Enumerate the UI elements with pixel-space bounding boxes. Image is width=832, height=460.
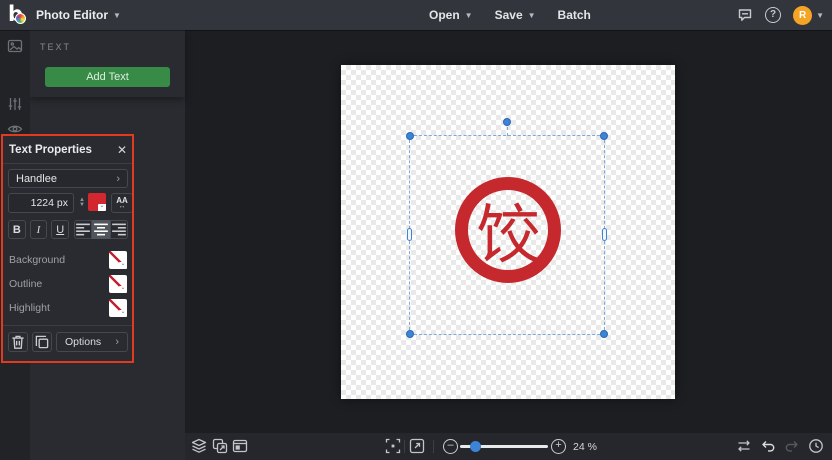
zoom-out-button[interactable]: –	[443, 439, 458, 454]
text-section-label: TEXT	[40, 42, 71, 52]
swap-image-icon[interactable]	[212, 438, 228, 454]
divider	[404, 440, 405, 453]
font-family-select[interactable]: Handlee ›	[8, 169, 128, 188]
align-left-button[interactable]	[74, 220, 92, 239]
options-button[interactable]: Options ›	[56, 332, 128, 352]
outline-label: Outline	[9, 278, 42, 290]
font-family-value: Handlee	[16, 173, 57, 185]
resize-handle-middle-right[interactable]	[602, 228, 607, 241]
letter-spacing-button[interactable]: AA ↔	[111, 193, 133, 213]
layers-icon[interactable]	[191, 438, 207, 454]
batch-button[interactable]: Batch	[558, 8, 591, 22]
zoom-level-value: 24 %	[573, 441, 597, 453]
horizontal-arrow-icon: ↔	[119, 204, 126, 210]
manage-panels-icon[interactable]	[232, 438, 248, 454]
size-stepper[interactable]: ▲▼	[77, 193, 87, 213]
italic-button[interactable]: I	[30, 220, 48, 239]
save-menu[interactable]: Save ▼	[495, 8, 536, 22]
fit-to-screen-icon[interactable]	[385, 438, 401, 454]
chevron-right-icon: ›	[115, 336, 119, 348]
highlight-label: Highlight	[9, 302, 50, 314]
underline-button[interactable]: U	[51, 220, 69, 239]
resize-handle-top-right[interactable]	[600, 132, 608, 140]
add-text-button[interactable]: Add Text	[45, 67, 170, 87]
chevron-down-icon: ▼	[816, 11, 824, 20]
redo-icon[interactable]	[784, 438, 800, 454]
align-center-button[interactable]	[92, 220, 110, 239]
resize-handle-top-left[interactable]	[406, 132, 414, 140]
app-switcher-menu[interactable]: Photo Editor ▼	[36, 0, 121, 30]
highlight-color-swatch[interactable]: ⌄	[109, 299, 127, 317]
feedback-chat-icon[interactable]	[737, 7, 753, 23]
divider	[433, 440, 434, 453]
open-menu[interactable]: Open ▼	[429, 8, 473, 22]
duplicate-text-button[interactable]	[32, 332, 52, 352]
zoom-slider[interactable]	[460, 445, 548, 448]
swatch-corner-chevron: ⌄	[119, 310, 127, 317]
background-label: Background	[9, 254, 65, 266]
text-properties-panel: Text Properties ✕ Handlee › ▲▼ ⌄ AA ↔ B …	[3, 136, 133, 362]
resize-handle-bottom-right[interactable]	[600, 330, 608, 338]
logo-rainbow-disc	[15, 13, 26, 24]
swatch-corner-chevron: ⌄	[98, 204, 106, 211]
history-icon[interactable]	[808, 438, 824, 454]
resize-handle-middle-left[interactable]	[407, 228, 412, 241]
chevron-down-icon: ▼	[113, 11, 121, 20]
alignment-group	[74, 220, 128, 239]
text-color-swatch[interactable]: ⌄	[88, 193, 106, 211]
panel-title: Text Properties	[9, 144, 92, 156]
background-color-swatch[interactable]: ⌄	[109, 251, 127, 269]
bottom-toolbar: – + 24 %	[185, 433, 832, 460]
chevron-down-icon: ▼	[465, 11, 473, 20]
fullscreen-expand-icon[interactable]	[409, 438, 425, 454]
zoom-slider-thumb[interactable]	[470, 441, 481, 452]
befunky-logo[interactable]: b	[8, 2, 30, 28]
font-size-input[interactable]	[8, 193, 74, 213]
swatch-corner-chevron: ⌄	[119, 262, 127, 269]
top-bar: b Photo Editor ▼ Open ▼ Save ▼ Batch ? R…	[0, 0, 832, 30]
text-tool-flyout: TEXT Add Text	[30, 30, 185, 97]
adjust-sliders-icon[interactable]	[7, 96, 23, 112]
outline-color-swatch[interactable]: ⌄	[109, 275, 127, 293]
eye-icon[interactable]	[7, 121, 23, 137]
divider	[3, 163, 133, 164]
chevron-right-icon: ›	[116, 173, 120, 185]
divider	[3, 325, 133, 326]
rotation-connector-line	[507, 127, 508, 136]
image-canvas-transparent[interactable]: 饺	[341, 65, 675, 399]
selection-box[interactable]	[409, 135, 605, 335]
account-menu[interactable]: R ▼	[793, 6, 824, 25]
close-icon[interactable]: ✕	[117, 144, 127, 156]
avatar: R	[793, 6, 812, 25]
before-after-compare-icon[interactable]	[736, 438, 752, 454]
delete-text-button[interactable]	[8, 332, 28, 352]
swatch-corner-chevron: ⌄	[119, 286, 127, 293]
align-right-button[interactable]	[110, 220, 128, 239]
undo-icon[interactable]	[760, 438, 776, 454]
resize-handle-bottom-left[interactable]	[406, 330, 414, 338]
image-manager-icon[interactable]	[7, 38, 23, 54]
app-menu-label: Photo Editor	[36, 8, 108, 22]
editor-workspace[interactable]: 饺	[185, 30, 832, 433]
zoom-in-button[interactable]: +	[551, 439, 566, 454]
chevron-down-icon: ▼	[528, 11, 536, 20]
rotate-handle[interactable]	[503, 118, 511, 126]
help-icon[interactable]: ?	[765, 7, 781, 23]
bold-button[interactable]: B	[8, 220, 26, 239]
